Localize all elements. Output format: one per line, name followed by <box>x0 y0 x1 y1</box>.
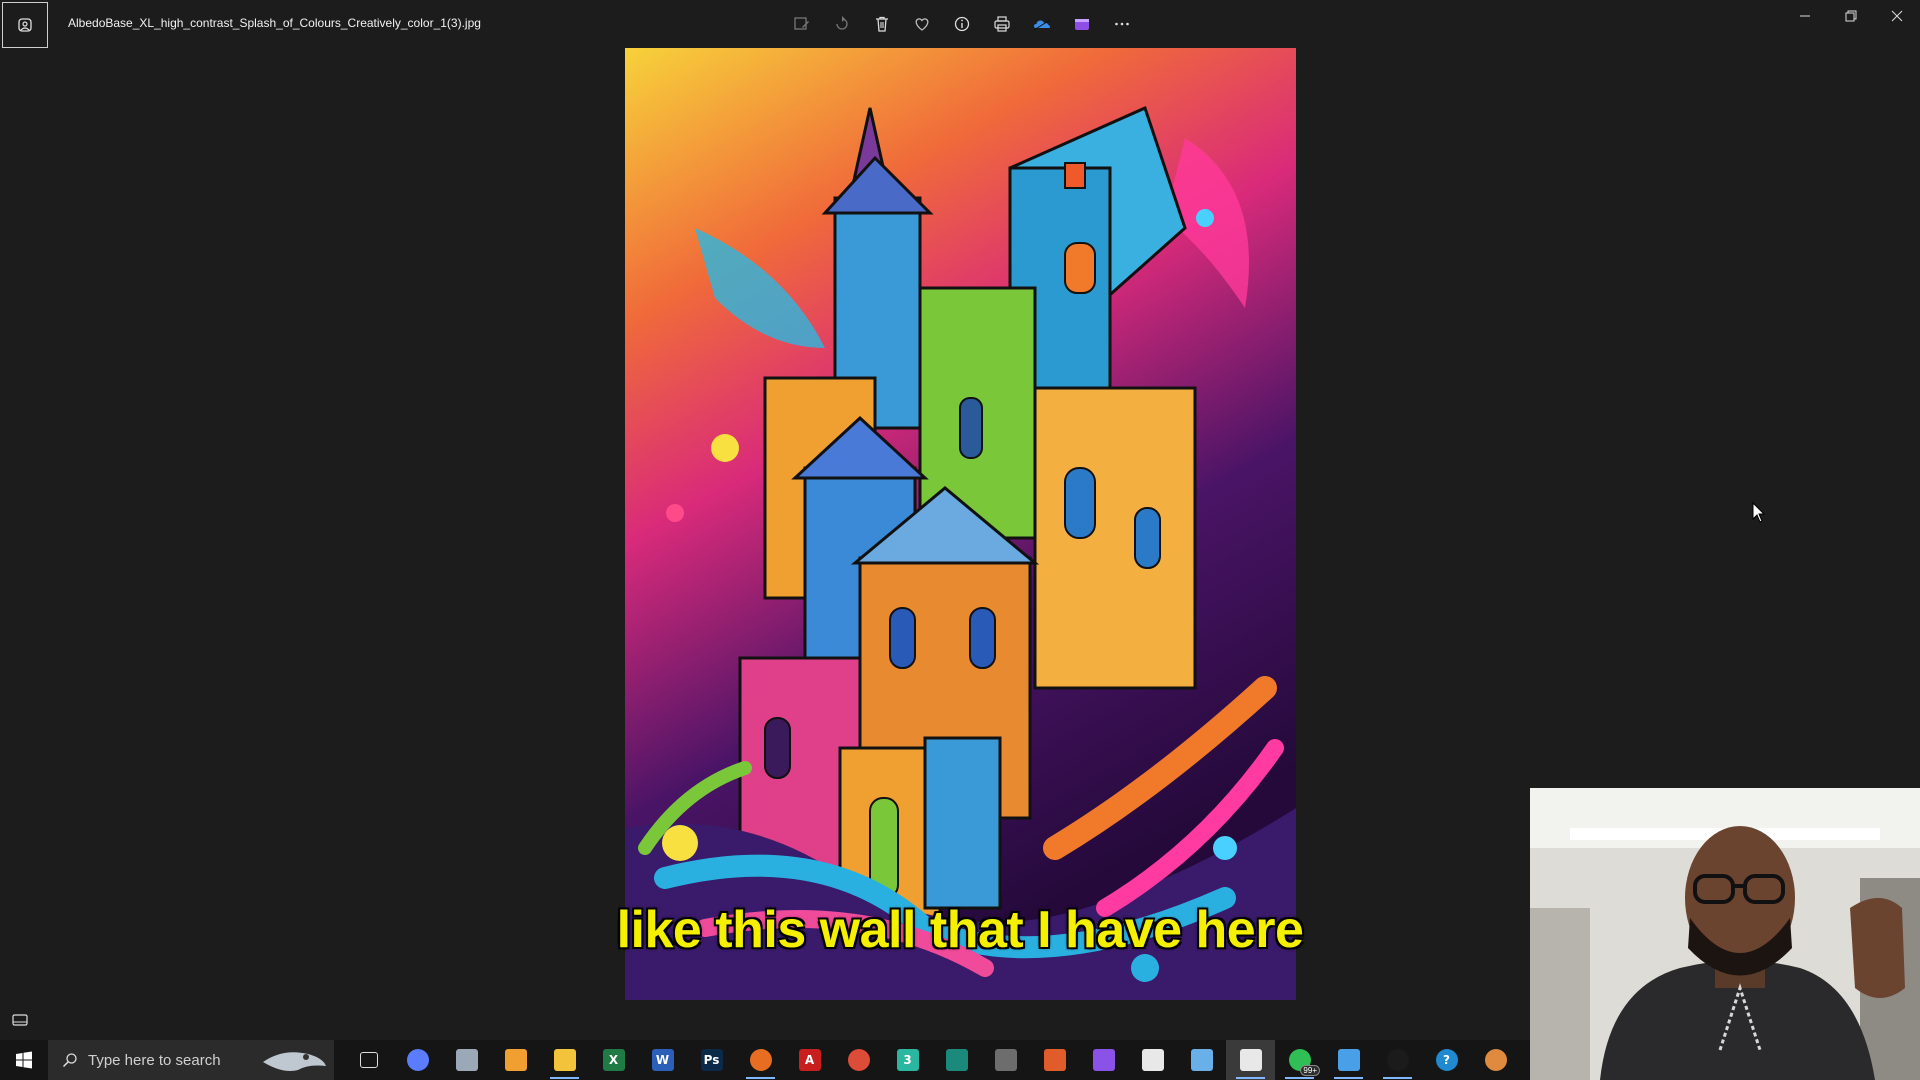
restore-button[interactable] <box>1828 0 1874 32</box>
calculator-taskbar-button[interactable] <box>981 1040 1030 1080</box>
capcut-active-icon <box>1239 1049 1262 1071</box>
image-toolbar <box>788 10 1136 38</box>
print-icon <box>994 16 1010 32</box>
start-button[interactable] <box>0 1040 48 1080</box>
onedrive-cloud-icon <box>1033 19 1051 31</box>
info-icon <box>954 16 970 32</box>
acrobat-icon: A <box>798 1049 821 1071</box>
filmstrip-icon <box>12 1014 28 1026</box>
taskbar-apps: X W Ps A 3 99+? <box>344 1040 1520 1080</box>
favorite-heart-icon <box>915 18 929 31</box>
calculator-icon <box>994 1049 1017 1071</box>
chrome-taskbar-button[interactable] <box>834 1040 883 1080</box>
user-app-icon <box>1484 1049 1507 1071</box>
whatsapp-taskbar-button[interactable]: 99+ <box>1275 1040 1324 1080</box>
photos-icon <box>1337 1049 1360 1071</box>
taskbar: Type here to search X W Ps A 3 99+? <box>0 1040 1530 1080</box>
rotate-button[interactable] <box>828 10 856 38</box>
capcut-taskbar-button[interactable] <box>1128 1040 1177 1080</box>
mouse-cursor-icon <box>1752 501 1766 529</box>
notification-badge: 99+ <box>1300 1065 1320 1076</box>
restore-icon <box>1845 10 1857 22</box>
edit-image-button[interactable] <box>788 10 816 38</box>
more-options-button[interactable] <box>1108 10 1136 38</box>
terminal-app-taskbar-button[interactable] <box>932 1040 981 1080</box>
photos-app-icon[interactable] <box>2 2 48 48</box>
taskbar-search[interactable]: Type here to search <box>48 1040 334 1080</box>
paint-icon <box>455 1049 478 1071</box>
file-explorer-icon <box>553 1049 576 1071</box>
print-button[interactable] <box>988 10 1016 38</box>
app-3-icon: 3 <box>896 1049 919 1071</box>
clipchamp-icon <box>1092 1049 1115 1071</box>
excel-taskbar-button[interactable]: X <box>589 1040 638 1080</box>
clipchamp-video-icon <box>1075 19 1089 30</box>
word-icon: W <box>651 1049 674 1071</box>
copilot-icon <box>406 1049 429 1071</box>
filmstrip-toggle-button[interactable] <box>10 1010 30 1030</box>
notepad-icon <box>1190 1049 1213 1071</box>
paint-taskbar-button[interactable] <box>442 1040 491 1080</box>
close-icon <box>1891 10 1903 22</box>
photoshop-taskbar-button[interactable]: Ps <box>687 1040 736 1080</box>
favorite-button[interactable] <box>908 10 936 38</box>
search-icon <box>62 1053 77 1068</box>
info-button[interactable] <box>948 10 976 38</box>
clock-app-icon <box>1386 1049 1409 1071</box>
delete-icon <box>876 16 888 32</box>
title-bar: AlbedoBase_XL_high_contrast_Splash_of_Co… <box>0 0 1920 48</box>
photoshop-icon: Ps <box>700 1049 723 1071</box>
firefox-taskbar-button[interactable] <box>736 1040 785 1080</box>
more-options-icon <box>1115 22 1129 26</box>
clipchamp-taskbar-button[interactable] <box>1079 1040 1128 1080</box>
window-controls <box>1782 0 1920 32</box>
excel-icon: X <box>602 1049 625 1071</box>
clock-app-taskbar-button[interactable] <box>1373 1040 1422 1080</box>
displayed-image[interactable] <box>625 48 1296 1000</box>
notepad-taskbar-button[interactable] <box>1177 1040 1226 1080</box>
media-player-taskbar-button[interactable] <box>491 1040 540 1080</box>
capcut-active-taskbar-button[interactable] <box>1226 1040 1275 1080</box>
webcam-overlay <box>1530 788 1920 1080</box>
word-taskbar-button[interactable]: W <box>638 1040 687 1080</box>
file-explorer-taskbar-button[interactable] <box>540 1040 589 1080</box>
delete-button[interactable] <box>868 10 896 38</box>
edit-image-icon <box>794 17 809 30</box>
acrobat-taskbar-button[interactable]: A <box>785 1040 834 1080</box>
clipchamp-button[interactable] <box>1068 10 1096 38</box>
terminal-app-icon <box>945 1049 968 1071</box>
rotate-icon <box>836 16 848 30</box>
user-app-taskbar-button[interactable] <box>1471 1040 1520 1080</box>
app-3-taskbar-button[interactable]: 3 <box>883 1040 932 1080</box>
app-dot-taskbar-button[interactable] <box>1030 1040 1079 1080</box>
firefox-icon <box>749 1049 772 1071</box>
media-player-icon <box>504 1049 527 1071</box>
search-placeholder: Type here to search <box>88 1051 221 1069</box>
file-name: AlbedoBase_XL_high_contrast_Splash_of_Co… <box>68 16 481 30</box>
help-icon: ? <box>1435 1049 1458 1071</box>
chrome-icon <box>847 1049 870 1071</box>
capcut-icon <box>1141 1049 1164 1071</box>
help-taskbar-button[interactable]: ? <box>1422 1040 1471 1080</box>
onedrive-button[interactable] <box>1028 10 1056 38</box>
minimize-button[interactable] <box>1782 0 1828 32</box>
close-button[interactable] <box>1874 0 1920 32</box>
task-view-icon <box>359 1052 378 1068</box>
photos-taskbar-button[interactable] <box>1324 1040 1373 1080</box>
search-highlight-icon <box>263 1052 326 1071</box>
task-view-taskbar-button[interactable] <box>344 1040 393 1080</box>
copilot-taskbar-button[interactable] <box>393 1040 442 1080</box>
minimize-icon <box>1800 15 1810 17</box>
app-dot-icon <box>1043 1049 1066 1071</box>
windows-logo-icon <box>16 1051 32 1069</box>
